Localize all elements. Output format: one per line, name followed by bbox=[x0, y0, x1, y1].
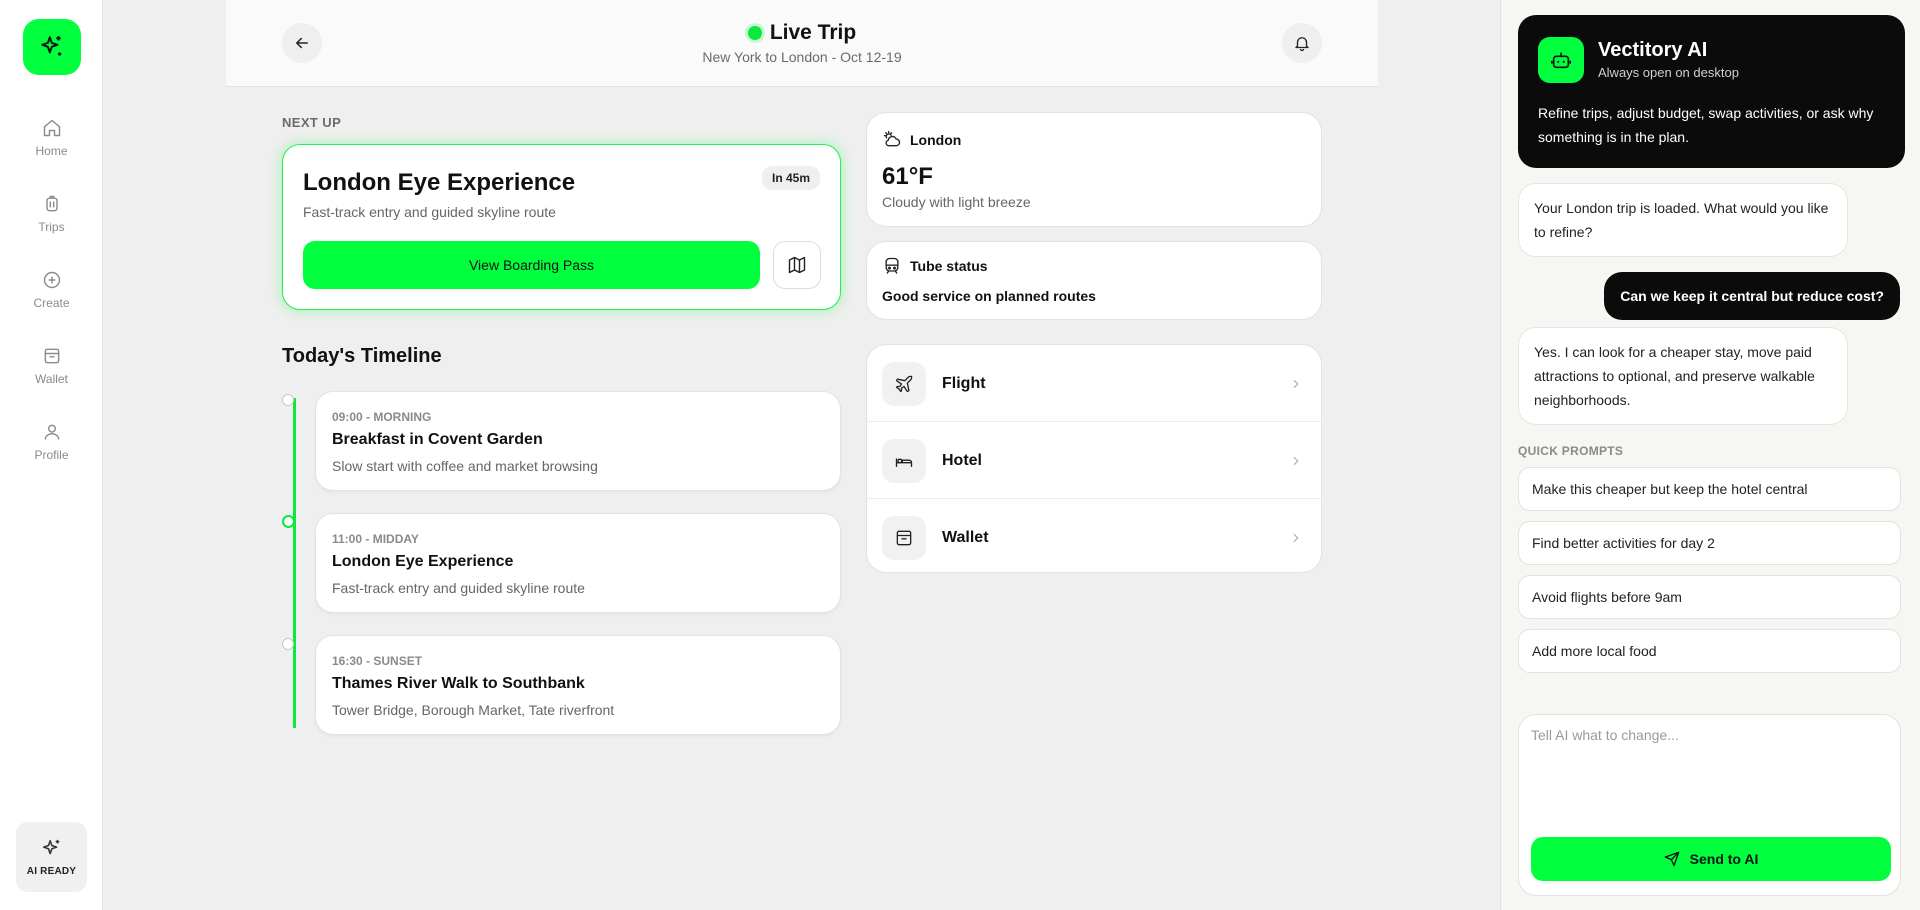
tube-status-card: Tube status Good service on planned rout… bbox=[866, 241, 1322, 320]
sidebar-item-profile[interactable]: Profile bbox=[0, 422, 103, 482]
flight-icon-wrap bbox=[882, 361, 926, 406]
quick-prompts-label: QUICK PROMPTS bbox=[1518, 444, 1624, 458]
timeline-title: Today's Timeline bbox=[282, 345, 442, 367]
trip-links-card: Flight Hotel Wallet bbox=[866, 344, 1325, 576]
ai-header-card: Vectitory AI Always open on desktop Refi… bbox=[1518, 15, 1905, 168]
quick-prompt[interactable]: Add more local food bbox=[1518, 629, 1901, 673]
plane-icon bbox=[895, 375, 913, 392]
map-button[interactable] bbox=[773, 241, 821, 289]
home-icon bbox=[43, 119, 60, 137]
chevron-right-icon bbox=[1293, 456, 1299, 465]
timeline-dot bbox=[282, 394, 294, 406]
ai-title: Vectitory AI bbox=[1598, 39, 1708, 61]
user-message: Can we keep it central but reduce cost? bbox=[1604, 272, 1900, 320]
timeline-name: London Eye Experience bbox=[332, 553, 514, 570]
sidebar: Home Trips Create Wallet Profile AI READ… bbox=[0, 0, 103, 910]
timeline-desc: Tower Bridge, Borough Market, Tate river… bbox=[332, 702, 615, 718]
user-icon bbox=[44, 424, 59, 440]
weather-desc: Cloudy with light breeze bbox=[882, 194, 1031, 210]
chevron-right-icon bbox=[1293, 533, 1299, 542]
ai-message-input[interactable] bbox=[1531, 727, 1889, 817]
bot-icon bbox=[1551, 52, 1571, 69]
bed-icon bbox=[895, 458, 913, 467]
send-label: Send to AI bbox=[1689, 851, 1759, 867]
notifications-button[interactable] bbox=[1282, 23, 1322, 63]
timeline-time: 16:30 - SUNSET bbox=[332, 654, 423, 668]
timeline-desc: Fast-track entry and guided skyline rout… bbox=[332, 580, 585, 596]
tube-status-title: Tube status bbox=[910, 258, 988, 274]
timeline-item[interactable]: 11:00 - MIDDAY London Eye Experience Fas… bbox=[315, 513, 841, 613]
hotel-icon-wrap bbox=[882, 438, 926, 483]
ai-subtitle: Always open on desktop bbox=[1598, 65, 1739, 80]
top-header: Live Trip New York to London - Oct 12-19 bbox=[226, 0, 1378, 87]
wallet-label: Wallet bbox=[942, 528, 989, 546]
send-to-ai-button[interactable]: Send to AI bbox=[1531, 837, 1891, 881]
flight-label: Flight bbox=[942, 374, 986, 392]
wallet-row[interactable]: Wallet bbox=[867, 499, 1325, 576]
sidebar-item-label: Create bbox=[33, 296, 70, 310]
ai-message: Yes. I can look for a cheaper stay, move… bbox=[1518, 327, 1848, 425]
next-up-label: NEXT UP bbox=[282, 115, 342, 130]
wallet-icon bbox=[896, 530, 912, 545]
train-icon bbox=[885, 257, 899, 274]
quick-prompt[interactable]: Make this cheaper but keep the hotel cen… bbox=[1518, 467, 1901, 511]
plus-circle-icon bbox=[43, 271, 60, 289]
page-title-text: Live Trip bbox=[769, 21, 857, 44]
wallet-icon bbox=[44, 348, 59, 364]
timeline-line bbox=[293, 398, 296, 728]
timeline-time: 11:00 - MIDDAY bbox=[332, 532, 419, 546]
timeline-dot bbox=[282, 638, 294, 650]
quick-prompt[interactable]: Find better activities for day 2 bbox=[1518, 521, 1901, 565]
ai-description: Refine trips, adjust budget, swap activi… bbox=[1538, 105, 1874, 145]
sparkles-icon bbox=[42, 839, 59, 854]
ai-ready-badge[interactable]: AI READY bbox=[16, 822, 87, 892]
sidebar-item-trips[interactable]: Trips bbox=[0, 194, 103, 254]
quick-prompt[interactable]: Avoid flights before 9am bbox=[1518, 575, 1901, 619]
sidebar-item-home[interactable]: Home bbox=[0, 118, 103, 178]
hotel-label: Hotel bbox=[942, 451, 982, 469]
tube-status-text: Good service on planned routes bbox=[882, 288, 1096, 304]
timeline-name: Breakfast in Covent Garden bbox=[332, 431, 543, 448]
weather-card: London 61°F Cloudy with light breeze bbox=[866, 112, 1322, 227]
sidebar-item-create[interactable]: Create bbox=[0, 270, 103, 330]
ai-bot-badge bbox=[1538, 37, 1584, 83]
trip-subtitle: New York to London - Oct 12-19 bbox=[702, 49, 902, 65]
ai-ready-label: AI READY bbox=[26, 865, 77, 877]
timeline-desc: Slow start with coffee and market browsi… bbox=[332, 458, 598, 474]
luggage-icon bbox=[45, 195, 58, 212]
timeline-dot-active bbox=[282, 515, 295, 528]
chevron-right-icon bbox=[1293, 379, 1299, 388]
app-logo[interactable] bbox=[23, 19, 81, 75]
wallet-icon-wrap bbox=[882, 515, 926, 560]
hotel-row[interactable]: Hotel bbox=[867, 422, 1325, 499]
timeline-item[interactable]: 16:30 - SUNSET Thames River Walk to Sout… bbox=[315, 635, 841, 735]
sparkles-icon bbox=[41, 36, 62, 56]
sidebar-item-wallet[interactable]: Wallet bbox=[0, 346, 103, 406]
ai-message: Your London trip is loaded. What would y… bbox=[1518, 183, 1848, 257]
next-up-title: London Eye Experience bbox=[303, 169, 576, 196]
sidebar-item-label: Home bbox=[35, 144, 68, 158]
timeline-item[interactable]: 09:00 - MORNING Breakfast in Covent Gard… bbox=[315, 391, 841, 491]
live-indicator bbox=[747, 26, 762, 40]
ai-panel: Vectitory AI Always open on desktop Refi… bbox=[1500, 0, 1920, 910]
weather-temp: 61°F bbox=[882, 163, 933, 190]
page-title: Live Trip bbox=[226, 21, 1378, 45]
cloud-sun-icon bbox=[883, 130, 901, 147]
timeline-time: 09:00 - MORNING bbox=[332, 410, 432, 424]
ai-composer: Send to AI bbox=[1518, 714, 1901, 896]
timeline-name: Thames River Walk to Southbank bbox=[332, 675, 585, 692]
map-icon bbox=[788, 256, 806, 274]
flight-row[interactable]: Flight bbox=[867, 345, 1325, 422]
sidebar-item-label: Profile bbox=[34, 448, 69, 462]
next-up-card: London Eye Experience Fast-track entry a… bbox=[282, 144, 841, 310]
weather-city: London bbox=[910, 132, 962, 148]
countdown-badge: In 45m bbox=[761, 166, 820, 190]
sidebar-item-label: Wallet bbox=[35, 372, 68, 386]
bell-icon bbox=[1295, 37, 1309, 52]
send-icon bbox=[1664, 851, 1679, 867]
view-boarding-pass-button[interactable]: View Boarding Pass bbox=[303, 241, 760, 289]
sidebar-item-label: Trips bbox=[38, 220, 65, 234]
next-up-subtitle: Fast-track entry and guided skyline rout… bbox=[303, 204, 556, 220]
